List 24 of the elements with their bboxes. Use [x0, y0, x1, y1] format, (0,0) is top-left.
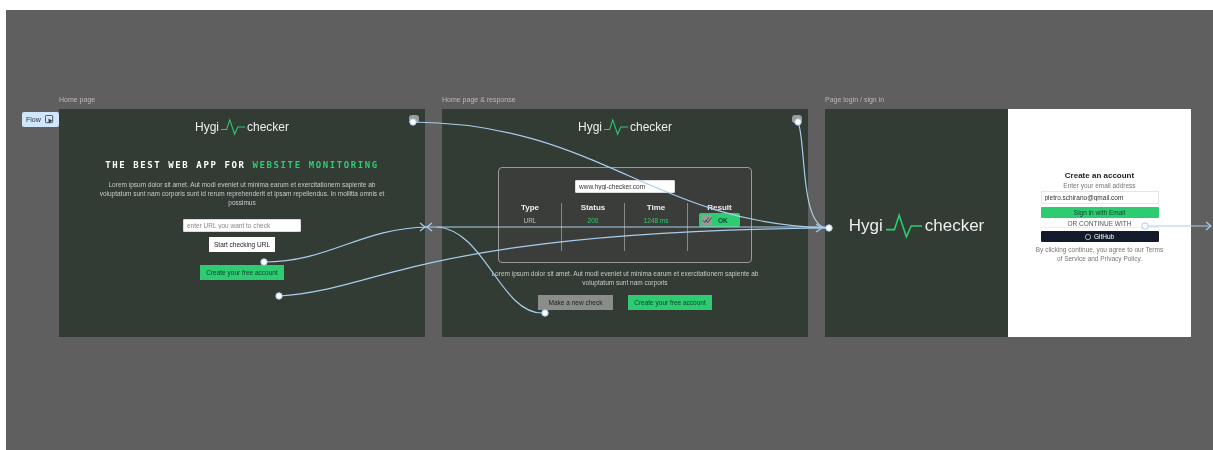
connector-dot[interactable]: [275, 292, 283, 300]
column-header: Time: [625, 203, 688, 215]
double-check-icon: [702, 215, 712, 225]
column-header: Type: [499, 203, 562, 215]
github-icon: [1084, 233, 1091, 240]
logo-text: checker: [247, 120, 289, 134]
logo-text: checker: [630, 120, 672, 134]
logo-text: Hygi: [848, 216, 883, 236]
headline-highlight: WEBSITE MONITORING: [252, 160, 379, 170]
logo-text: checker: [924, 216, 985, 236]
play-icon: [44, 115, 54, 124]
connector-dot[interactable]: [409, 118, 417, 126]
logo-text: Hygi: [577, 120, 602, 134]
flow-connector: [1147, 221, 1212, 231]
headline-text: THE BEST WEB APP FOR: [105, 160, 246, 170]
column-header: Result: [706, 203, 733, 214]
signup-heading: Create an account: [1064, 171, 1135, 180]
connector-dot[interactable]: [260, 258, 268, 266]
connector-dot[interactable]: [825, 224, 833, 232]
column-header: Status: [562, 203, 625, 215]
connector-dot[interactable]: [794, 118, 802, 126]
connector-dot[interactable]: [1141, 222, 1149, 230]
connector-dot[interactable]: [541, 309, 549, 317]
logo-text: Hygi: [194, 120, 219, 134]
